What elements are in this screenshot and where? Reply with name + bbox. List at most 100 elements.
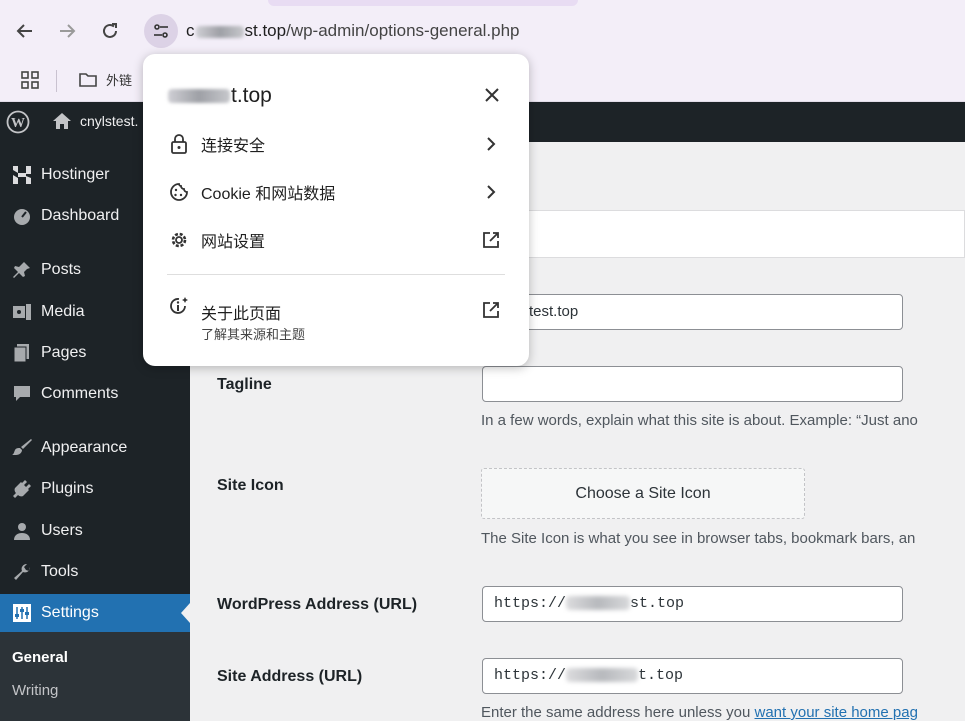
reload-icon xyxy=(103,23,117,38)
site-icon-description: The Site Icon is what you see in browser… xyxy=(481,530,916,547)
plugin-icon xyxy=(7,479,37,499)
bookmark-separator xyxy=(56,70,57,92)
sidebar-item-label: Hostinger xyxy=(41,166,110,183)
admin-bar-site-name[interactable]: cnylstest. xyxy=(80,113,138,129)
tune-icon xyxy=(154,24,168,38)
settings-icon xyxy=(7,603,37,623)
sidebar-item-comments[interactable]: Comments xyxy=(0,375,190,413)
hostinger-icon xyxy=(7,164,37,186)
forward-button[interactable] xyxy=(54,18,80,44)
redacted-host xyxy=(566,668,639,683)
user-icon xyxy=(7,521,37,541)
sidebar-item-label: Pages xyxy=(41,344,87,361)
sidebar-item-users[interactable]: Users xyxy=(0,512,190,550)
pin-icon xyxy=(7,260,37,280)
external-link-icon xyxy=(481,300,501,320)
wordpress-address-prefix: https:// xyxy=(494,595,567,612)
address-bar[interactable]: c st.top/wp-admin/options-general.php xyxy=(186,21,520,41)
site-info-button[interactable] xyxy=(144,14,178,48)
site-address-desc-text: Enter the same address here unless you xyxy=(481,704,755,721)
submenu-item-writing[interactable]: Writing xyxy=(12,682,58,699)
wordpress-address-suffix: st.top xyxy=(630,595,685,612)
url-path: /wp-admin/options-general.php xyxy=(286,21,520,40)
popup-item-label: Cookie 和网站数据 xyxy=(201,186,336,203)
popup-about-label: 关于此页面 xyxy=(201,306,282,323)
sidebar-item-label: Tools xyxy=(41,563,79,580)
popup-item-connection-security[interactable]: 连接安全 xyxy=(143,121,529,167)
site-info-popup: t.top 连接安全 Cookie 和网站数据 网站设置 关于此页面 了解其来源… xyxy=(143,54,529,366)
sidebar-item-appearance[interactable]: Appearance xyxy=(0,429,190,467)
back-arrow-icon xyxy=(16,24,32,38)
sidebar-item-label: Settings xyxy=(41,604,99,621)
brush-icon xyxy=(7,438,37,458)
site-home-link[interactable]: want your site home pag xyxy=(755,704,918,721)
back-button[interactable] xyxy=(12,18,38,44)
chevron-right-icon xyxy=(481,134,501,154)
bookmark-folder[interactable]: 外链 xyxy=(78,70,132,89)
close-icon xyxy=(485,88,499,102)
popup-site-domain: t.top xyxy=(167,84,272,108)
redacted-host xyxy=(168,89,230,104)
redacted-host xyxy=(566,596,631,611)
lock-icon xyxy=(168,133,190,155)
tagline-input[interactable] xyxy=(482,366,903,402)
external-link-icon xyxy=(481,230,501,250)
submenu-item-general[interactable]: General xyxy=(12,649,68,666)
popup-item-cookies[interactable]: Cookie 和网站数据 xyxy=(143,169,529,215)
popup-item-label: 网站设置 xyxy=(201,234,266,251)
forward-arrow-icon xyxy=(60,24,76,38)
sidebar-item-label: Comments xyxy=(41,385,119,402)
site-icon-label: Site Icon xyxy=(217,477,284,494)
chevron-right-icon xyxy=(481,182,501,202)
pages-icon xyxy=(7,343,37,363)
info-sparkle-icon xyxy=(168,296,190,318)
popup-domain-end: t.top xyxy=(231,84,272,107)
sidebar-item-label: Media xyxy=(41,303,85,320)
dashboard-icon xyxy=(7,206,37,226)
wordpress-address-input[interactable]: https:// st.top xyxy=(482,586,903,622)
apps-icon[interactable] xyxy=(20,70,40,90)
url-host-start: c xyxy=(186,21,195,40)
svg-text:W: W xyxy=(11,116,25,131)
choose-site-icon-button[interactable]: Choose a Site Icon xyxy=(481,468,805,519)
wordpress-logo-icon[interactable]: W xyxy=(6,110,30,134)
popup-item-label: 连接安全 xyxy=(201,138,266,155)
sidebar-item-settings[interactable]: Settings xyxy=(0,594,190,632)
wordpress-address-label: WordPress Address (URL) xyxy=(217,596,418,613)
gear-icon xyxy=(168,229,190,251)
popup-about-subtitle: 了解其来源和主题 xyxy=(201,327,306,342)
comment-icon xyxy=(7,384,37,404)
site-address-label: Site Address (URL) xyxy=(217,668,363,685)
site-address-suffix: t.top xyxy=(638,667,684,684)
browser-toolbar: c st.top/wp-admin/options-general.php xyxy=(0,0,965,62)
folder-icon xyxy=(79,72,97,87)
cookie-icon xyxy=(168,181,190,203)
popup-item-site-settings[interactable]: 网站设置 xyxy=(143,217,529,263)
home-icon[interactable] xyxy=(52,112,72,135)
site-address-prefix: https:// xyxy=(494,667,567,684)
notice-box xyxy=(528,210,965,258)
popup-divider xyxy=(167,274,505,275)
redacted-host xyxy=(195,25,244,38)
site-title-value: test.top xyxy=(529,303,579,320)
sidebar-item-label: Plugins xyxy=(41,480,94,497)
media-icon xyxy=(7,302,37,322)
url-host-end: st.top xyxy=(244,21,287,40)
bookmark-folder-label: 外链 xyxy=(106,73,133,88)
site-address-description: Enter the same address here unless you w… xyxy=(481,704,918,721)
site-address-input[interactable]: https:// t.top xyxy=(482,658,903,694)
wrench-icon xyxy=(7,562,37,582)
sidebar-item-label: Appearance xyxy=(41,439,128,456)
site-title-input[interactable]: test.top xyxy=(482,294,903,330)
settings-submenu: General Writing xyxy=(0,632,190,721)
active-tab-edge[interactable] xyxy=(268,0,578,6)
sidebar-item-label: Posts xyxy=(41,261,82,278)
sidebar-item-label: Dashboard xyxy=(41,207,120,224)
sidebar-item-label: Users xyxy=(41,522,83,539)
tagline-description: In a few words, explain what this site i… xyxy=(481,412,918,429)
sidebar-item-plugins[interactable]: Plugins xyxy=(0,470,190,508)
tagline-label: Tagline xyxy=(217,376,272,393)
close-button[interactable] xyxy=(479,82,505,108)
sidebar-item-tools[interactable]: Tools xyxy=(0,553,190,591)
reload-button[interactable] xyxy=(97,18,123,44)
